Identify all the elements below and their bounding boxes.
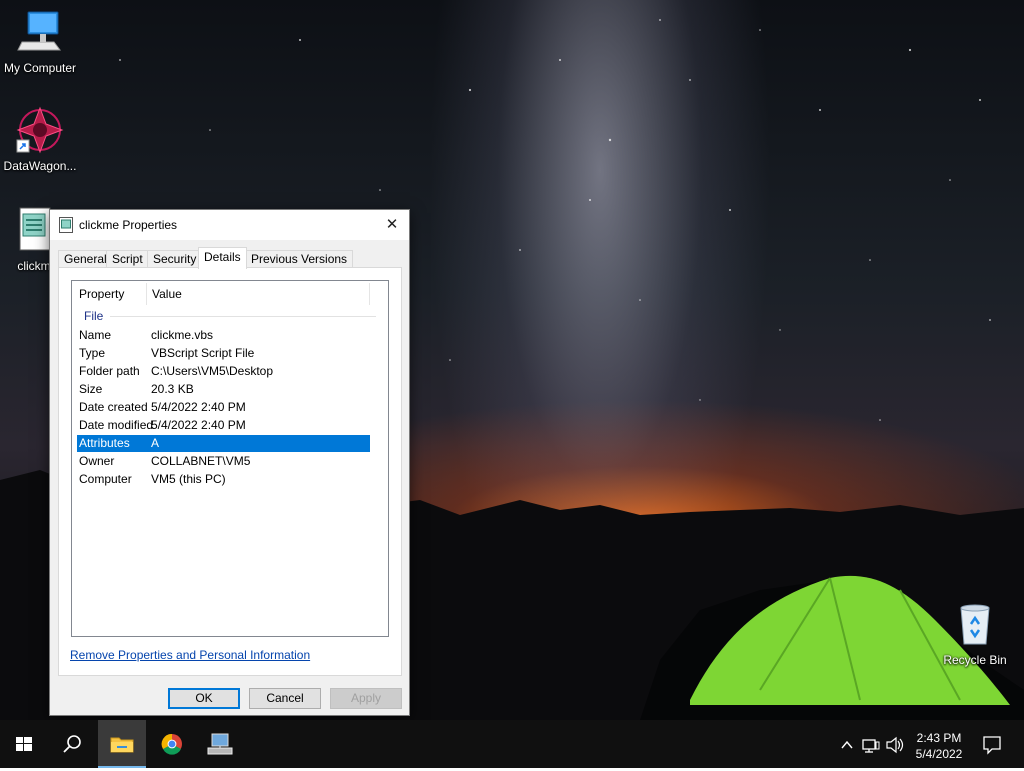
clock-time: 2:43 PM [916, 731, 962, 745]
close-icon: ✕ [385, 216, 399, 233]
property-value: A [151, 436, 160, 450]
taskbar-network-app[interactable] [196, 720, 244, 768]
table-row[interactable]: Computer VM5 (this PC) [77, 471, 370, 488]
ok-button[interactable]: OK [168, 688, 240, 709]
desktop-icon-my-computer[interactable]: My Computer [0, 8, 80, 75]
property-name: Type [79, 346, 106, 360]
tab-previous-versions[interactable]: Previous Versions [245, 250, 354, 268]
desktop-icon-recycle-bin[interactable]: Recycle Bin [935, 600, 1015, 667]
column-divider[interactable] [369, 283, 370, 305]
property-name: Attributes [79, 436, 130, 450]
table-row[interactable]: Type VBScript Script File [77, 345, 370, 362]
properties-dialog: clickme Properties ✕ General Script Secu… [49, 209, 410, 716]
column-divider[interactable] [146, 283, 147, 305]
property-name: Date modified [79, 418, 154, 432]
group-divider [110, 316, 376, 317]
taskbar-file-explorer[interactable] [98, 720, 146, 768]
desktop-icon-datawagon[interactable]: DataWagon... [0, 106, 80, 173]
property-name: Size [79, 382, 103, 396]
property-name: Owner [79, 454, 115, 468]
details-tab-page: Property Value File Name clickme.vbs Typ… [58, 267, 402, 676]
datawagon-shortcut-icon [16, 106, 64, 154]
property-name: Folder path [79, 364, 140, 378]
table-row[interactable]: Size 20.3 KB [77, 381, 370, 398]
network-icon[interactable] [860, 720, 882, 768]
start-button[interactable] [0, 720, 48, 768]
property-value: 20.3 KB [151, 382, 194, 396]
taskbar: 2:43 PM 5/4/2022 [0, 720, 1024, 768]
table-row[interactable]: Date created 5/4/2022 2:40 PM [77, 399, 370, 416]
property-value: VM5 (this PC) [151, 472, 226, 486]
chevron-up-icon[interactable] [838, 720, 856, 768]
chrome-icon [161, 733, 182, 755]
title-bar[interactable]: clickme Properties ✕ [50, 210, 409, 240]
computer-icon [17, 11, 61, 51]
group-header-file: File [84, 309, 104, 323]
table-row[interactable]: Owner COLLABNET\VM5 [77, 453, 370, 470]
notification-icon[interactable] [980, 720, 1004, 768]
property-value: VBScript Script File [151, 346, 255, 360]
search-icon [63, 735, 81, 753]
property-value: COLLABNET\VM5 [151, 454, 251, 468]
desktop-icon-label: Recycle Bin [943, 653, 1007, 667]
table-row[interactable]: Name clickme.vbs [77, 327, 370, 344]
recycle-bin-icon [960, 604, 990, 645]
cancel-button[interactable]: Cancel [249, 688, 321, 709]
table-row[interactable]: Date modified 5/4/2022 2:40 PM [77, 417, 370, 434]
tab-script[interactable]: Script [106, 250, 149, 268]
desktop-icon-label: My Computer [3, 61, 77, 75]
property-name: Date created [79, 400, 148, 414]
column-header-property[interactable]: Property [79, 287, 124, 301]
network-app-icon [207, 733, 233, 755]
start-icon [16, 737, 32, 751]
tab-security[interactable]: Security [147, 250, 203, 268]
search-button[interactable] [48, 720, 96, 768]
tab-general[interactable]: General [58, 250, 113, 268]
property-value: 5/4/2022 2:40 PM [151, 400, 246, 414]
system-clock[interactable]: 2:43 PM 5/4/2022 [906, 730, 972, 762]
volume-icon[interactable] [884, 720, 906, 768]
tab-details[interactable]: Details [198, 247, 247, 269]
property-value: 5/4/2022 2:40 PM [151, 418, 246, 432]
column-header-value[interactable]: Value [152, 287, 182, 301]
taskbar-chrome[interactable] [148, 720, 196, 768]
details-list[interactable]: Property Value File Name clickme.vbs Typ… [71, 280, 389, 637]
property-name: Computer [79, 472, 132, 486]
remove-properties-link[interactable]: Remove Properties and Personal Informati… [70, 648, 310, 662]
table-row[interactable]: Folder path C:\Users\VM5\Desktop [77, 363, 370, 380]
table-row-selected[interactable]: Attributes A [77, 435, 370, 452]
property-name: Name [79, 328, 112, 342]
property-value: clickme.vbs [151, 328, 214, 342]
dialog-title: clickme Properties [79, 218, 178, 232]
vbscript-file-icon [59, 217, 73, 233]
file-explorer-icon [110, 737, 134, 753]
clock-date: 5/4/2022 [915, 747, 963, 761]
property-value: C:\Users\VM5\Desktop [151, 364, 274, 378]
desktop-icon-label: DataWagon... [3, 159, 77, 173]
close-button[interactable]: ✕ [375, 210, 409, 240]
apply-button[interactable]: Apply [330, 688, 402, 709]
